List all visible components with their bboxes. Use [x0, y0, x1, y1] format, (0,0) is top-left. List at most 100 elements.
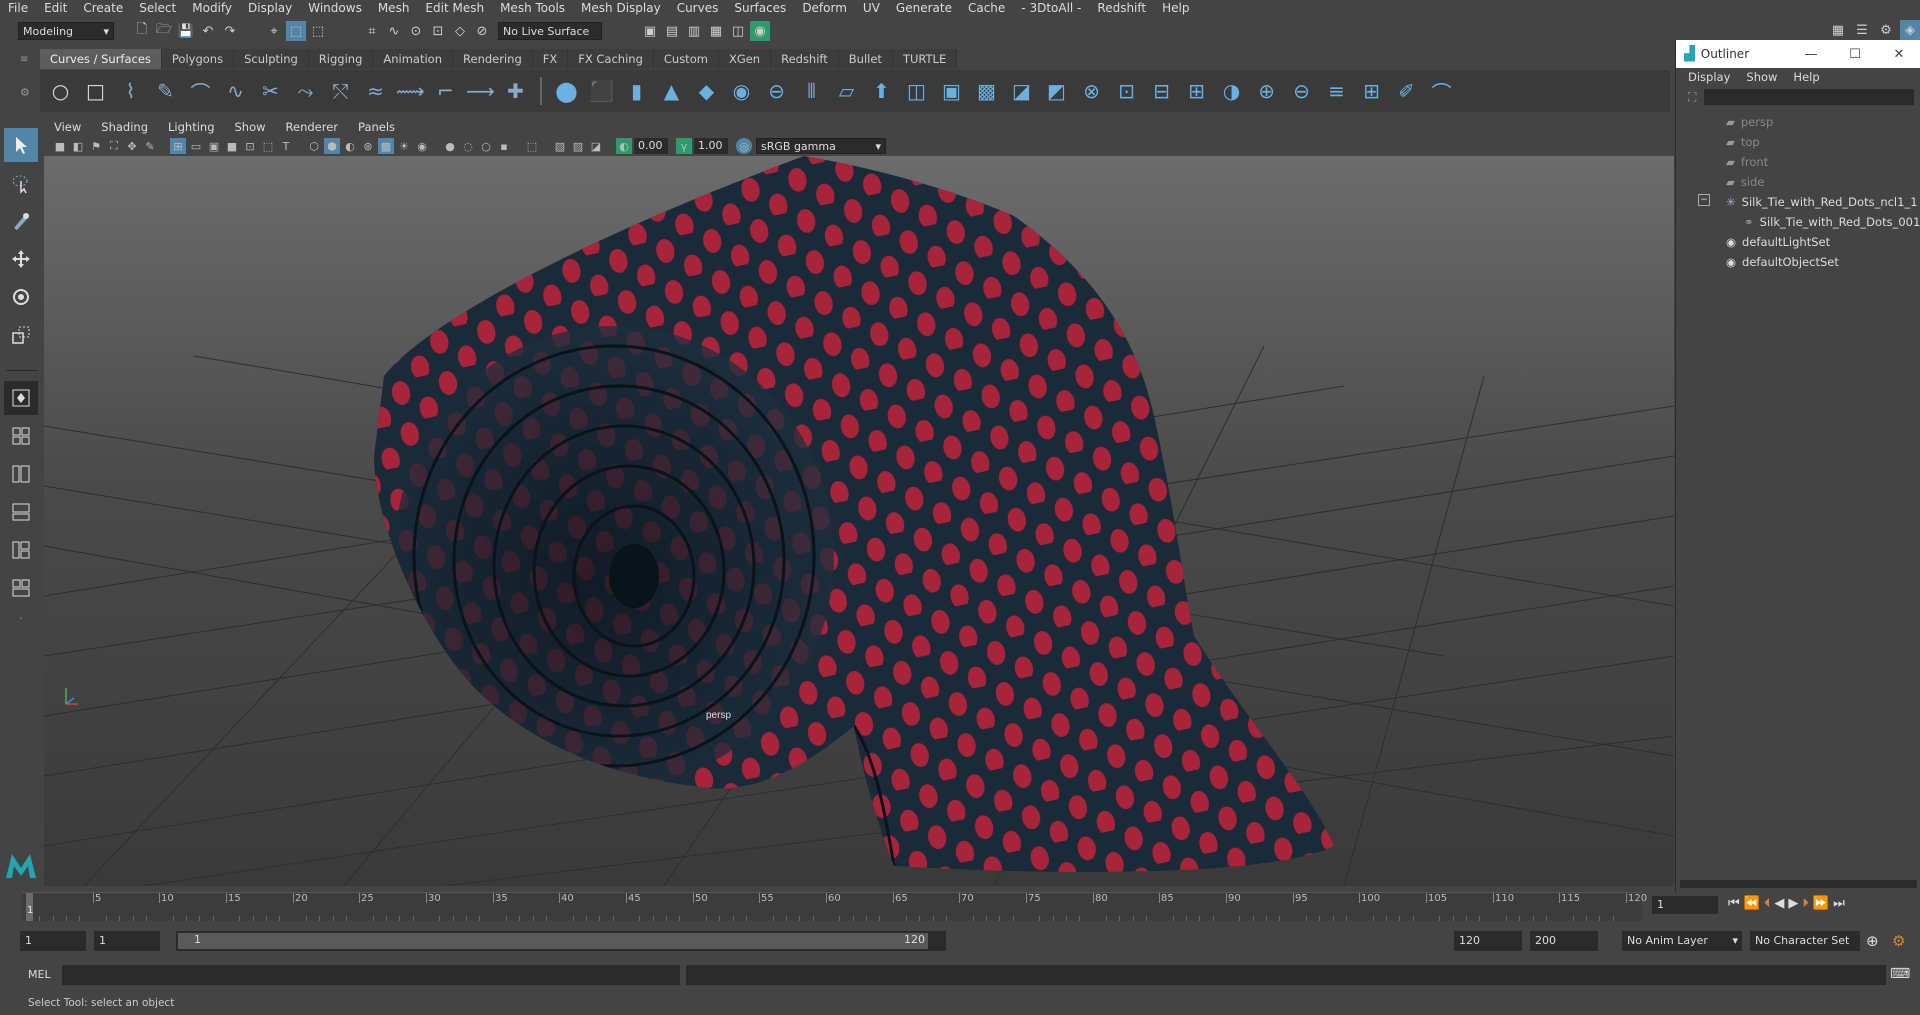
detach-icon[interactable]: ⊖	[1287, 76, 1316, 106]
shelf-tab[interactable]: Curves / Surfaces	[40, 49, 162, 69]
start-frame-field[interactable]: 1	[20, 931, 86, 951]
use-all-lights-icon[interactable]: ☀	[396, 138, 412, 154]
animation-preferences-icon[interactable]: ⚙	[1892, 932, 1905, 950]
step-back-key-icon[interactable]: ⏴	[1764, 896, 1771, 911]
perspective-viewport[interactable]: persp	[44, 156, 1674, 886]
shelf-tab[interactable]: Redshift	[771, 49, 839, 69]
birail-icon[interactable]: ◫	[902, 76, 931, 106]
command-language-label[interactable]: MEL	[28, 968, 51, 981]
select-component-icon[interactable]: ⬚	[308, 21, 328, 41]
safe-action-icon[interactable]: ⬚	[260, 138, 276, 154]
image-plane-icon[interactable]: ⛶	[106, 138, 122, 154]
sculpt-icon[interactable]: ✐	[1392, 76, 1421, 106]
arc-icon[interactable]: ∿	[221, 76, 250, 106]
curve-attach-icon[interactable]: ⤳	[291, 76, 320, 106]
channel-box-icon[interactable]: ◈	[1900, 20, 1920, 40]
menu-item[interactable]: Mesh Display	[573, 0, 669, 16]
shelf-menu-icon[interactable]: ≡	[20, 54, 28, 65]
snap-view-plane-icon[interactable]: ⊡	[428, 21, 448, 41]
panel-menu-item[interactable]: Renderer	[276, 118, 349, 136]
outliner-menu-item[interactable]: Display	[1680, 68, 1738, 86]
panel-menu-item[interactable]: Panels	[348, 118, 405, 136]
step-back-icon[interactable]: ⏪	[1744, 896, 1760, 911]
move-tool-icon[interactable]	[4, 242, 38, 276]
range-handle[interactable]	[178, 933, 928, 949]
panel-menu-item[interactable]: View	[44, 118, 91, 136]
outliner-item[interactable]: ◉ defaultObjectSet	[1726, 252, 1839, 272]
textured-icon[interactable]: ▩	[378, 138, 394, 154]
plane-icon[interactable]: ◆	[692, 76, 721, 106]
snap-grid-icon[interactable]: ⌗	[362, 21, 382, 41]
curve-insert-icon[interactable]: ✚	[501, 76, 530, 106]
gate-mask-icon[interactable]: ■	[224, 138, 240, 154]
stitch-icon[interactable]: ⊞	[1357, 76, 1386, 106]
snap-surface-icon[interactable]: ◇	[450, 21, 470, 41]
film-gate-icon[interactable]: ▭	[188, 138, 204, 154]
torus-icon[interactable]: ◉	[727, 76, 756, 106]
menu-item[interactable]: File	[0, 0, 36, 16]
four-view-layout-icon[interactable]	[4, 419, 38, 453]
loft-icon[interactable]: ⦀	[797, 76, 826, 106]
curve-extend-icon[interactable]: ⟶	[466, 76, 495, 106]
circle-icon[interactable]: ○	[46, 76, 75, 106]
menu-item[interactable]: Windows	[300, 0, 370, 16]
pencil-curve-icon[interactable]: ✎	[151, 76, 180, 106]
close-icon[interactable]: ✕	[1877, 47, 1920, 62]
single-perspective-layout-icon[interactable]	[4, 381, 38, 415]
sphere-icon[interactable]: ⬤	[552, 76, 581, 106]
bevel-icon[interactable]: ◪	[1007, 76, 1036, 106]
exposure-icon[interactable]: ◐	[616, 138, 632, 154]
shelf-tab[interactable]: Custom	[653, 49, 719, 69]
outliner-item[interactable]: ▰ persp	[1726, 112, 1773, 132]
uv-editor-layout-icon[interactable]	[4, 571, 38, 605]
cylinder-icon[interactable]: ▮	[622, 76, 651, 106]
default-lighting-icon[interactable]: ◐	[342, 138, 358, 154]
panel-menu-item[interactable]: Lighting	[158, 118, 224, 136]
render-frame-icon[interactable]: ▤	[662, 21, 682, 41]
persp-graph-layout-icon[interactable]	[4, 495, 38, 529]
ipr-render-icon[interactable]: ▥	[684, 21, 704, 41]
menu-item[interactable]: Generate	[888, 0, 960, 16]
outliner-menu-item[interactable]: Show	[1738, 68, 1785, 86]
menu-item[interactable]: Curves	[669, 0, 727, 16]
extrude-icon[interactable]: ⬆	[867, 76, 896, 106]
bezier-icon[interactable]: ⌒	[186, 76, 215, 106]
outliner-item[interactable]: ◉ defaultLightSet	[1726, 232, 1830, 252]
wireframe-on-shaded-icon[interactable]: ⊛	[360, 138, 376, 154]
shelf-tab[interactable]: Rigging	[308, 49, 374, 69]
undo-icon[interactable]: ↶	[198, 21, 218, 41]
curve-rebuild-icon[interactable]: ≈	[361, 76, 390, 106]
xray-joints-icon[interactable]: ◪	[588, 138, 604, 154]
exposure-field[interactable]: 0.00	[634, 138, 668, 154]
grid-icon[interactable]: ⊞	[170, 138, 186, 154]
render-setup-icon[interactable]: ◉	[750, 21, 770, 41]
camera-attributes-icon[interactable]: ◧	[70, 138, 86, 154]
grease-pencil-icon[interactable]: ✎	[142, 138, 158, 154]
horizontal-scrollbar[interactable]	[1680, 880, 1917, 888]
panel-menu-item[interactable]: Shading	[91, 118, 158, 136]
wireframe-icon[interactable]: ⬡	[306, 138, 322, 154]
menu-item[interactable]: Deform	[794, 0, 855, 16]
open-close-icon[interactable]: ◑	[1217, 76, 1246, 106]
menu-item[interactable]: Modify	[184, 0, 240, 16]
safe-title-icon[interactable]: T	[278, 138, 294, 154]
redo-icon[interactable]: ↷	[220, 21, 240, 41]
gamma-field[interactable]: 1.00	[694, 138, 728, 154]
2d-pan-zoom-icon[interactable]: ✥	[124, 138, 140, 154]
go-to-start-icon[interactable]: ⏮	[1728, 896, 1740, 911]
outliner-search-input[interactable]	[1704, 89, 1915, 105]
curve-detach-icon[interactable]: ⤲	[326, 76, 355, 106]
trim-icon[interactable]: ⊟	[1147, 76, 1176, 106]
menu-item[interactable]: Redshift	[1089, 0, 1154, 16]
field-chart-icon[interactable]: ⊡	[242, 138, 258, 154]
surface-fillet-icon[interactable]: ⌒	[1427, 76, 1456, 106]
persp-outliner-layout-icon[interactable]	[4, 457, 38, 491]
save-scene-icon[interactable]: 💾	[176, 21, 196, 41]
command-input[interactable]	[62, 965, 680, 985]
shelf-tab[interactable]: Bullet	[838, 49, 893, 69]
tool-settings-icon[interactable]: ⚙	[1876, 20, 1896, 40]
workspace-dropdown[interactable]: Modeling ▾	[18, 22, 114, 40]
shelf-tab[interactable]: Sculpting	[234, 49, 309, 69]
camera-select-icon[interactable]: ■	[52, 138, 68, 154]
lasso-tool-icon[interactable]	[4, 166, 38, 200]
